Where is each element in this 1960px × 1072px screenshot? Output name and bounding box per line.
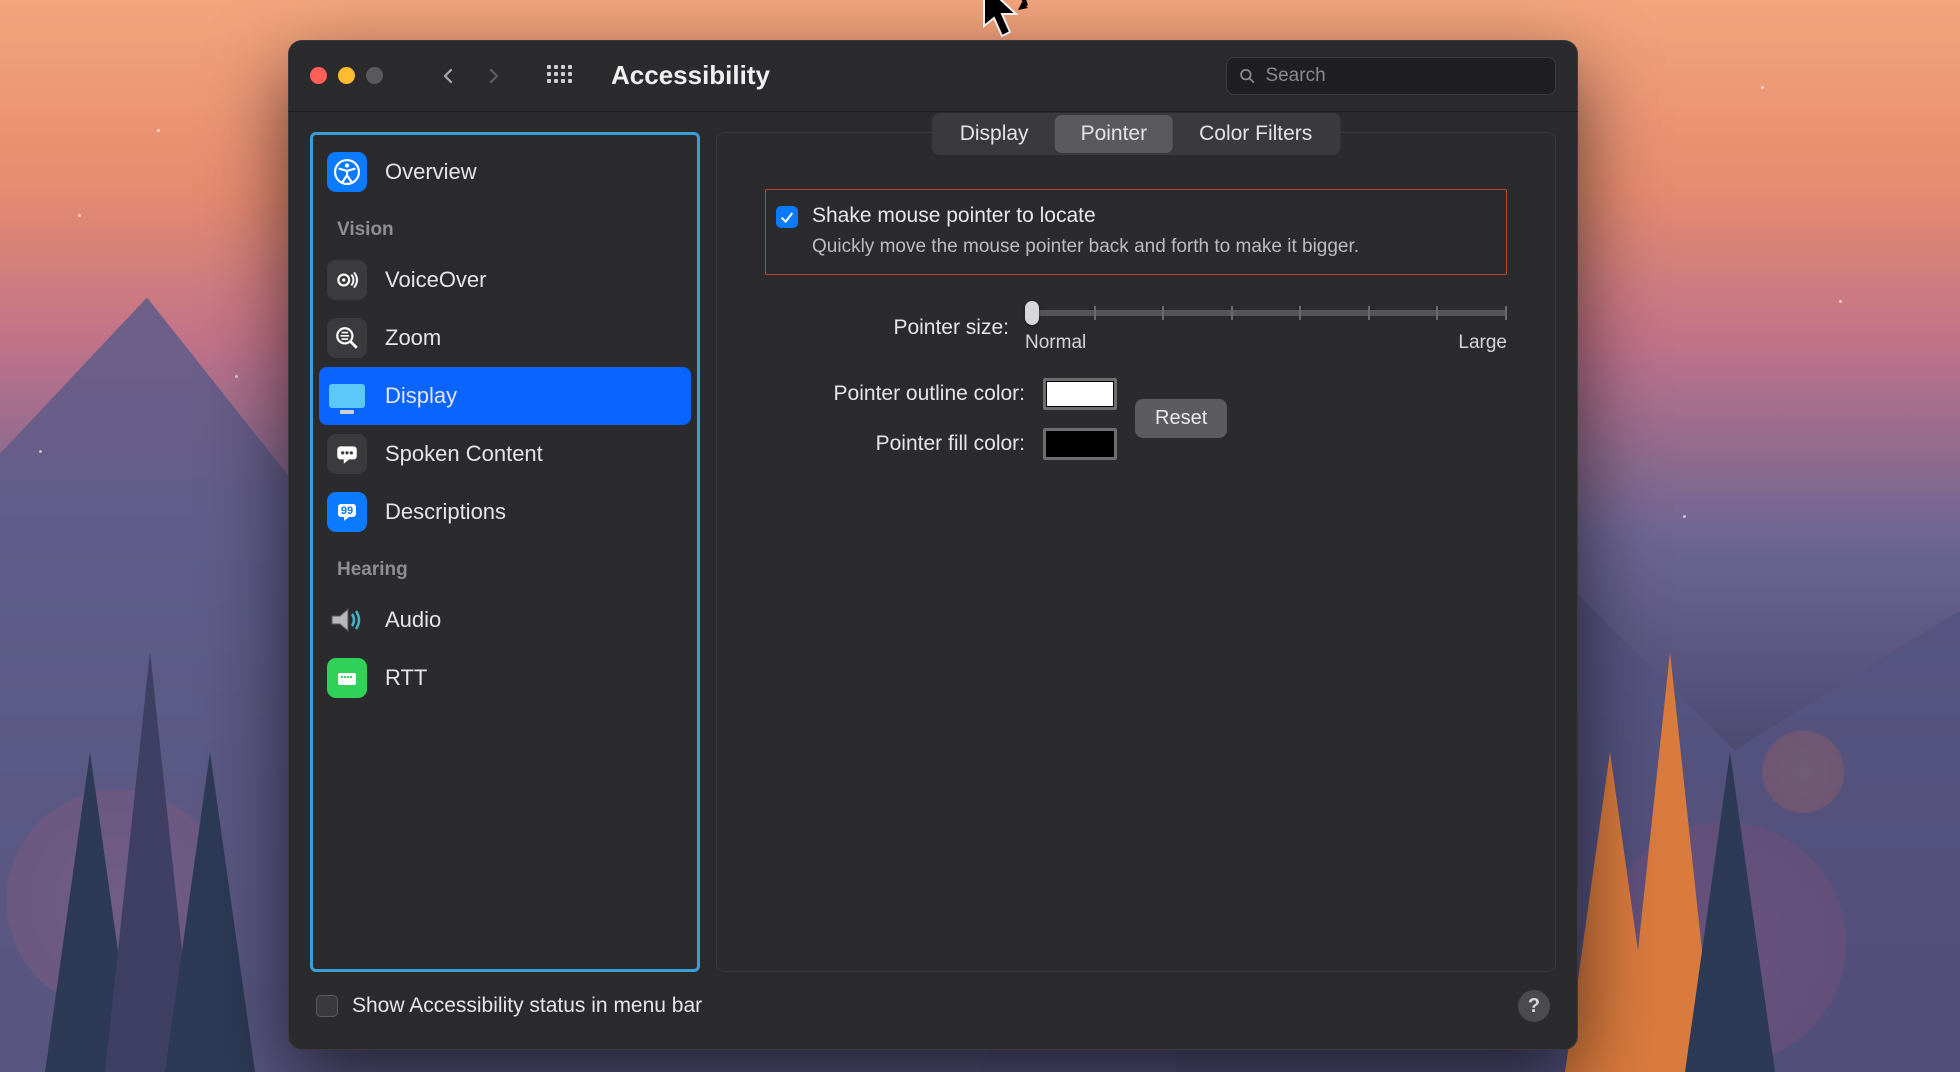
svg-text:99: 99 xyxy=(341,505,353,517)
tab-color-filters[interactable]: Color Filters xyxy=(1173,115,1338,153)
sidebar-item-overview[interactable]: Overview xyxy=(313,143,697,201)
shake-label: Shake mouse pointer to locate xyxy=(812,204,1359,228)
outline-color-well[interactable] xyxy=(1043,378,1117,410)
rtt-icon xyxy=(327,658,367,698)
pointer-size-label: Pointer size: xyxy=(765,316,1025,340)
outline-color-label: Pointer outline color: xyxy=(765,382,1025,406)
segmented-tabs: Display Pointer Color Filters xyxy=(932,113,1341,155)
forward-button[interactable] xyxy=(485,67,503,85)
search-input[interactable] xyxy=(1265,65,1543,87)
sidebar-item-display[interactable]: Display xyxy=(319,367,691,425)
close-button[interactable] xyxy=(310,67,327,84)
sidebar-item-audio[interactable]: Audio xyxy=(313,591,697,649)
back-button[interactable] xyxy=(439,67,457,85)
sidebar-label: Zoom xyxy=(385,325,441,351)
slider-min-label: Normal xyxy=(1025,332,1086,354)
zoom-icon xyxy=(327,318,367,358)
sidebar-item-spoken-content[interactable]: Spoken Content xyxy=(313,425,697,483)
sidebar-item-voiceover[interactable]: VoiceOver xyxy=(313,251,697,309)
footer: Show Accessibility status in menu bar ? xyxy=(288,972,1578,1050)
sidebar-item-descriptions[interactable]: 99 Descriptions xyxy=(313,483,697,541)
tab-pointer[interactable]: Pointer xyxy=(1055,115,1174,153)
status-checkbox[interactable] xyxy=(316,995,338,1017)
titlebar: Accessibility xyxy=(288,40,1578,112)
sidebar-item-zoom[interactable]: Zoom xyxy=(313,309,697,367)
sidebar[interactable]: Overview Vision VoiceOver Zoom Display xyxy=(310,132,700,972)
help-button[interactable]: ? xyxy=(1518,990,1550,1022)
highlighted-setting: Shake mouse pointer to locate Quickly mo… xyxy=(765,189,1507,275)
shake-description: Quickly move the mouse pointer back and … xyxy=(812,234,1359,260)
search-icon xyxy=(1239,67,1255,85)
checkmark-icon xyxy=(779,209,795,225)
reset-button[interactable]: Reset xyxy=(1135,399,1227,438)
audio-icon xyxy=(327,600,367,640)
sidebar-label: Audio xyxy=(385,607,441,633)
voiceover-icon xyxy=(327,260,367,300)
show-all-icon[interactable] xyxy=(547,65,569,87)
slider-thumb[interactable] xyxy=(1025,301,1039,325)
content-pane: Display Pointer Color Filters Shake mous… xyxy=(716,132,1556,972)
section-hearing-label: Hearing xyxy=(313,541,697,591)
minimize-button[interactable] xyxy=(338,67,355,84)
shake-checkbox[interactable] xyxy=(776,206,798,228)
descriptions-icon: 99 xyxy=(327,492,367,532)
display-icon xyxy=(327,376,367,416)
status-label: Show Accessibility status in menu bar xyxy=(352,994,1504,1018)
section-vision-label: Vision xyxy=(313,201,697,251)
sidebar-label: VoiceOver xyxy=(385,267,487,293)
sidebar-label: Spoken Content xyxy=(385,441,543,467)
sidebar-label: Display xyxy=(385,383,457,409)
window-title: Accessibility xyxy=(611,60,770,91)
accessibility-icon xyxy=(327,152,367,192)
fill-color-well[interactable] xyxy=(1043,428,1117,460)
sidebar-label: Overview xyxy=(385,159,477,185)
fill-color-label: Pointer fill color: xyxy=(765,432,1025,456)
pointer-size-slider[interactable]: Normal Large xyxy=(1025,303,1507,354)
search-field[interactable] xyxy=(1226,57,1556,95)
sidebar-item-rtt[interactable]: RTT xyxy=(313,649,697,707)
window-controls xyxy=(310,67,383,84)
nav-arrows xyxy=(439,67,503,85)
sidebar-label: Descriptions xyxy=(385,499,506,525)
system-preferences-window: Accessibility Overview Vision VoiceOver xyxy=(288,40,1578,1050)
sidebar-label: RTT xyxy=(385,665,427,691)
tab-display[interactable]: Display xyxy=(934,115,1055,153)
maximize-button[interactable] xyxy=(366,67,383,84)
slider-max-label: Large xyxy=(1458,332,1507,354)
spoken-content-icon xyxy=(327,434,367,474)
